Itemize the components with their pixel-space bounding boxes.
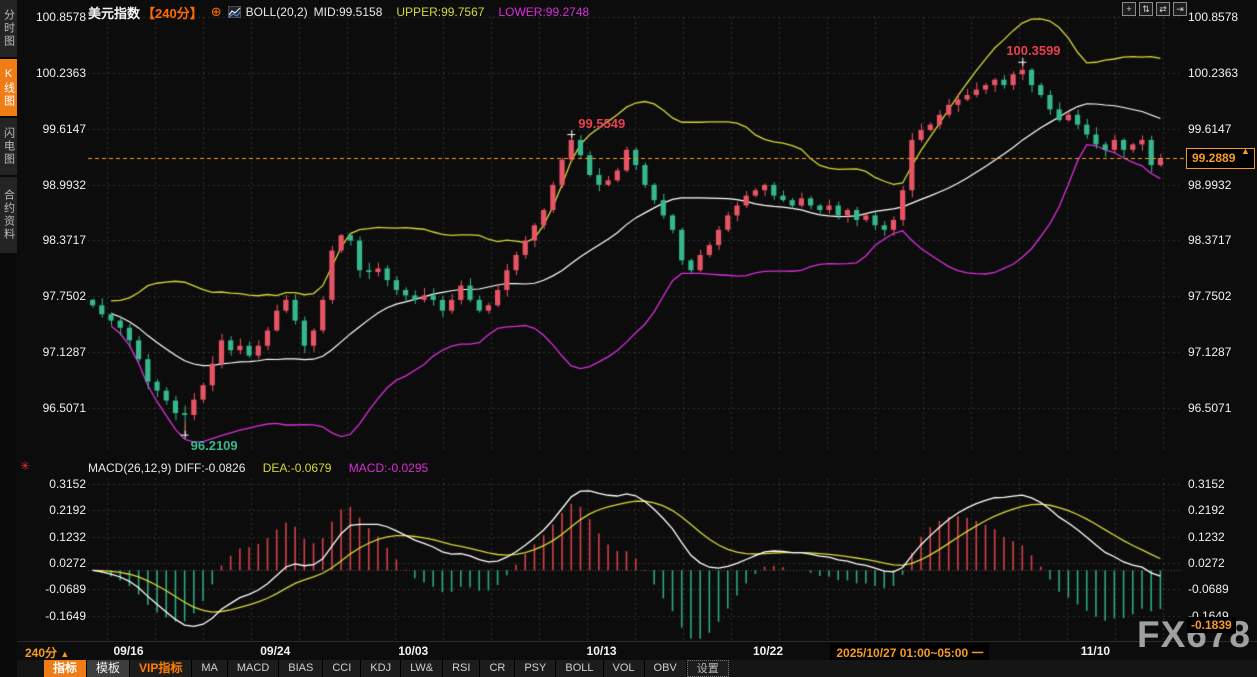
crosshair-move-icon[interactable]: + (1122, 2, 1136, 16)
boll-lower-value: LOWER:99.2748 (498, 5, 590, 19)
sidebar-tab-2[interactable]: K线图 (0, 59, 17, 116)
price-marker-icon: ▲ (1241, 145, 1250, 156)
toolbar-button[interactable]: RSI (443, 660, 481, 677)
macd-header: MACD(26,12,9) DIFF:-0.0826 DEA:-0.0679 M… (88, 461, 428, 475)
macd-dea-value: DEA:-0.0679 (262, 461, 332, 475)
toolbar-button[interactable]: VOL (603, 660, 645, 677)
chart-header: 美元指数 【240分】 ⊕ BOLL(20,2) MID:99.5158 UPP… (88, 3, 589, 21)
price-tick-left: 98.3717 (42, 233, 86, 248)
chart-type-sidebar: 分时图 K线图闪电图合约资料 (0, 0, 17, 677)
toolbar-button[interactable]: 设置 (686, 660, 729, 677)
price-tick-right: 100.2363 (1188, 65, 1239, 80)
date-tick: 09/24 (260, 644, 291, 658)
toolbar-button[interactable]: BOLL (556, 660, 604, 677)
price-tick-left: 100.8578 (35, 10, 86, 24)
price-tick-right: 98.9932 (1188, 177, 1232, 192)
interval-dropdown[interactable]: 240分 ▲ (25, 644, 69, 661)
macd-tick-right: 0.2192 (1188, 503, 1225, 518)
toolbar-button[interactable]: PSY (515, 660, 557, 677)
price-tick-right: 97.7502 (1188, 289, 1232, 304)
macd-tick-left: -0.0689 (45, 582, 86, 597)
date-tick: 11/10 (1080, 644, 1111, 658)
price-tick-left: 98.9932 (42, 177, 86, 192)
macd-tick-left: 0.1232 (49, 529, 86, 544)
macd-tick-right: 0.3152 (1188, 477, 1225, 491)
trading-app-window: 分时图 K线图闪电图合约资料 美元指数 【240分】 ⊕ BOLL(20,2) M… (0, 0, 1257, 677)
sidebar-tab-4[interactable]: 合约资料 (0, 177, 17, 253)
boll-label: BOLL(20,2) (245, 5, 308, 19)
sidebar-tab-3[interactable]: 闪电图 (0, 118, 17, 175)
macd-current-value: -0.1839 (1187, 617, 1236, 633)
high-annotation-2: 100.3599 (1006, 42, 1061, 58)
chart-control-icons: + ⇅ ⇄ ⇥ (1122, 2, 1187, 16)
price-tick-left: 97.1287 (42, 345, 86, 360)
toolbar-button[interactable]: VIP指标 (130, 660, 193, 677)
toolbar-button[interactable]: KDJ (361, 660, 402, 677)
sidebar-tab-1[interactable]: 分时图 (0, 0, 17, 57)
fit-horizontal-axis-icon[interactable]: ⇄ (1156, 2, 1170, 16)
price-tick-right: 99.6147 (1188, 121, 1232, 136)
boll-upper-value: UPPER:99.7567 (396, 5, 485, 19)
date-tick: 10/22 (752, 644, 783, 658)
macd-tick-left: 0.2192 (49, 503, 86, 518)
plus-circle-icon[interactable]: ⊕ (211, 4, 222, 20)
toolbar-button[interactable]: MA (192, 660, 228, 677)
date-tick: 09/16 (113, 644, 144, 658)
date-tick: 10/03 (398, 644, 429, 658)
price-tick-right: 100.8578 (1188, 10, 1239, 24)
price-tick-left: 99.6147 (42, 121, 86, 136)
price-tick-right: 97.1287 (1188, 345, 1232, 360)
time-axis-row: 240分 ▲ 2025/10/27 01:00~05:00 一 09/16 09/… (17, 641, 1257, 662)
indicator-chart-icon[interactable] (227, 5, 242, 19)
macd-tick-right: 0.1232 (1188, 529, 1225, 544)
macd-macd-value: MACD:-0.0295 (348, 461, 429, 475)
macd-tick-right: -0.0689 (1188, 582, 1229, 597)
toolbar-button[interactable]: CCI (323, 660, 362, 677)
macd-tick-left: 0.0272 (49, 555, 86, 570)
toolbar-button[interactable]: 模板 (87, 660, 131, 677)
date-tick: 10/13 (586, 644, 617, 658)
alert-blink-icon[interactable]: ✳ (20, 459, 30, 473)
price-tick-left: 97.7502 (42, 289, 86, 304)
price-tick-left: 100.2363 (35, 65, 86, 80)
macd-tick-left: -0.1649 (45, 608, 86, 623)
macd-tick-right: 0.0272 (1188, 555, 1225, 570)
price-chart-canvas[interactable] (0, 0, 1257, 677)
price-tick-right: 98.3717 (1188, 233, 1232, 248)
toolbar-button[interactable]: 指标 (44, 660, 88, 677)
macd-diff-value: MACD(26,12,9) DIFF:-0.0826 (88, 461, 246, 475)
boll-mid-value: MID:99.5158 (313, 5, 383, 19)
indicator-toolbar: 指标 模板 VIP指标 MA MACD BIAS CCI KDJ LW& RSI CR PSY BOLL… (17, 660, 1257, 677)
symbol-title: 美元指数 (88, 5, 141, 21)
toolbar-button[interactable]: BIAS (279, 660, 324, 677)
macd-tick-left: 0.3152 (49, 477, 86, 491)
price-tick-right: 96.5071 (1188, 401, 1232, 415)
high-annotation-1: 99.5549 (578, 116, 626, 132)
toolbar-button[interactable]: MACD (227, 660, 280, 677)
fit-vertical-axis-icon[interactable]: ⇅ (1139, 2, 1153, 16)
price-tick-left: 96.5071 (42, 401, 86, 415)
interval-tag: 【240分】 (142, 5, 203, 21)
pan-right-icon[interactable]: ⇥ (1173, 2, 1187, 16)
toolbar-button[interactable]: LW& (401, 660, 444, 677)
toolbar-button[interactable]: OBV (644, 660, 687, 677)
low-annotation: 96.2109 (190, 437, 238, 453)
toolbar-button[interactable]: CR (480, 660, 516, 677)
